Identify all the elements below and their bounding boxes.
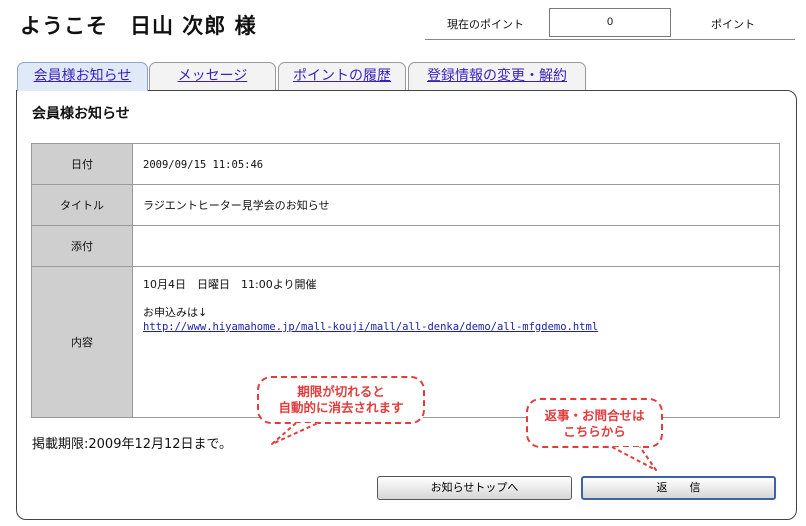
- reply-callout: 返事・お問合せは こちらから: [526, 398, 663, 448]
- reply-button[interactable]: 返 信: [581, 476, 776, 500]
- table-row: 日付 2009/09/15 11:05:46: [31, 143, 780, 185]
- greeting: ようこそ 日山 次郎 様: [20, 14, 257, 38]
- tab-registration-change[interactable]: 登録情報の変更・解約: [408, 62, 586, 90]
- points-label: 現在のポイント: [447, 18, 524, 31]
- attachment-label: 添付: [31, 225, 133, 267]
- back-to-notices-button[interactable]: お知らせトップへ: [377, 476, 572, 500]
- attachment-value: [132, 225, 780, 267]
- date-label: 日付: [31, 143, 133, 185]
- reply-callout-line-2: こちらから: [563, 424, 626, 439]
- content-line-2: お申込みは↓: [143, 306, 208, 319]
- points-area: 現在のポイント 0 ポイント: [425, 6, 795, 40]
- expiry-text: 掲載期限:2009年12月12日まで。: [32, 437, 233, 452]
- expiry-callout-line-1: 期限が切れると: [297, 384, 385, 399]
- date-value: 2009/09/15 11:05:46: [132, 143, 780, 185]
- date-text: 2009/09/15 11:05:46: [143, 158, 264, 171]
- tab-messages[interactable]: メッセージ: [149, 62, 276, 90]
- expiry-callout: 期限が切れると 自動的に消去されます: [257, 376, 425, 424]
- content-value: 10月4日 日曜日 11:00より開催 お申込みは↓ http://www.hi…: [132, 266, 780, 418]
- points-unit: ポイント: [711, 18, 755, 31]
- points-value: 0: [549, 8, 671, 37]
- content-line-1: 10月4日 日曜日 11:00より開催: [143, 278, 317, 291]
- title-label: タイトル: [31, 184, 133, 226]
- content-link[interactable]: http://www.hiyamahome.jp/mall-kouji/mall…: [143, 321, 598, 333]
- panel-title: 会員様お知らせ: [32, 106, 130, 122]
- title-value: ラジエントヒーター見学会のお知らせ: [132, 184, 780, 226]
- reply-callout-line-1: 返事・お問合せは: [544, 408, 645, 423]
- tab-point-history[interactable]: ポイントの履歴: [278, 62, 406, 90]
- expiry-callout-line-2: 自動的に消去されます: [278, 400, 404, 415]
- table-row: タイトル ラジエントヒーター見学会のお知らせ: [31, 184, 780, 226]
- content-label: 内容: [31, 266, 133, 418]
- tab-member-notices[interactable]: 会員様お知らせ: [17, 62, 148, 91]
- table-row: 添付: [31, 225, 780, 267]
